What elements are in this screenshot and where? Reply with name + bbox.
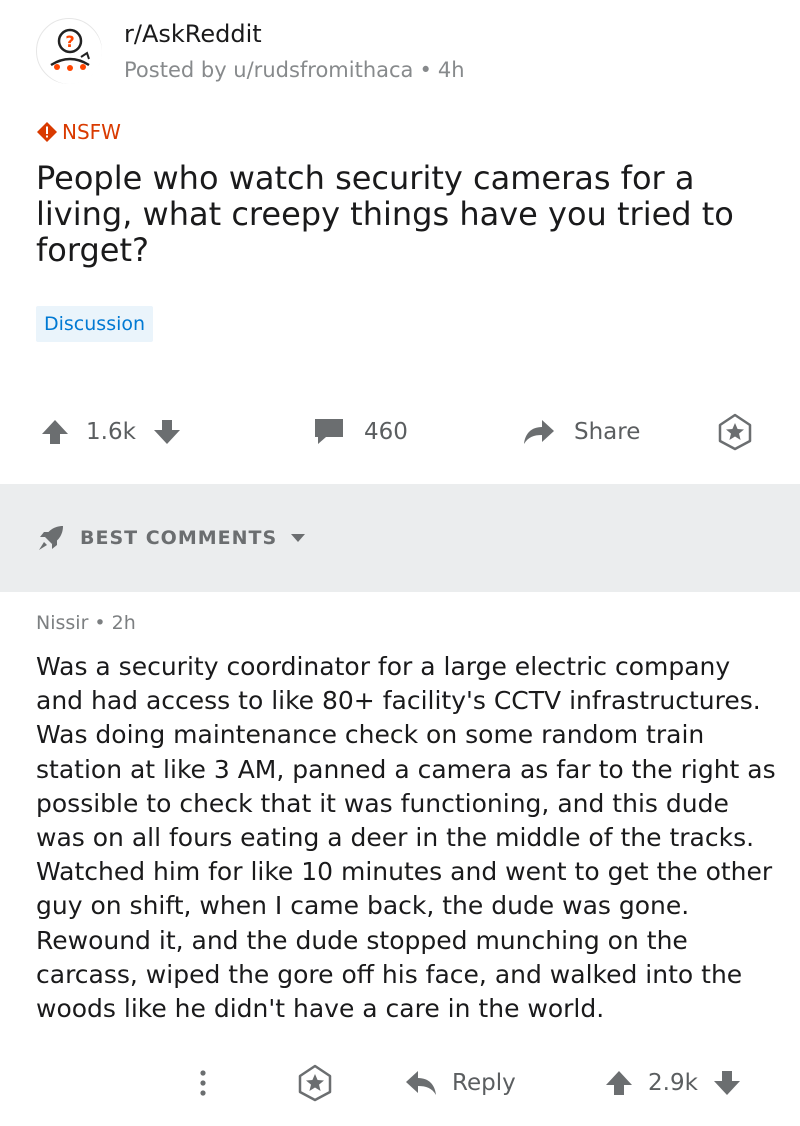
award-icon: [718, 413, 752, 451]
award-icon: [298, 1064, 332, 1102]
post-action-bar: 1.6k 460 Share: [0, 404, 800, 460]
caret-down-icon: [291, 534, 306, 542]
post-vote-count: 1.6k: [86, 419, 136, 445]
comment-bubble-icon: [315, 419, 343, 444]
comment-action-bar: Reply 2.9k: [0, 1048, 800, 1118]
comment-vote-count: 2.9k: [648, 1070, 698, 1096]
downvote-arrow-icon[interactable]: [712, 1068, 742, 1098]
subreddit-name[interactable]: r/AskReddit: [124, 20, 262, 48]
comment-meta-separator: •: [94, 612, 106, 634]
post-age: 4h: [437, 58, 465, 82]
reply-arrow-icon: [406, 1071, 436, 1095]
sort-label: BEST COMMENTS: [80, 527, 278, 549]
downvote-arrow-icon[interactable]: [152, 417, 182, 447]
post-flair[interactable]: Discussion: [36, 306, 154, 342]
share-button[interactable]: Share: [522, 404, 640, 460]
comment-author[interactable]: Nissir: [36, 612, 88, 634]
comment: Nissir • 2h Was a security coordinator for…: [36, 612, 776, 1026]
comment-body: Was a security coordinator for a large e…: [36, 652, 776, 1024]
posted-by[interactable]: Posted by u/rudsfromithaca: [124, 58, 413, 82]
comment-award-button[interactable]: [296, 1048, 334, 1118]
reply-label: Reply: [452, 1070, 516, 1096]
post-vote-group: 1.6k: [40, 404, 182, 460]
post-meta: Posted by u/rudsfromithaca • 4h: [124, 58, 465, 82]
share-label: Share: [574, 419, 641, 445]
upvote-arrow-icon[interactable]: [604, 1068, 634, 1098]
nsfw-warning-icon: [37, 122, 57, 142]
askreddit-avatar-icon[interactable]: ?: [36, 18, 102, 84]
comment-meta: Nissir • 2h: [36, 612, 776, 640]
comment-age: 2h: [111, 612, 136, 634]
nsfw-tag: NSFW: [36, 118, 121, 146]
svg-text:?: ?: [65, 32, 74, 51]
more-dots-icon: [200, 1070, 206, 1096]
comments-button[interactable]: 460: [312, 404, 408, 460]
comment-count: 460: [364, 419, 408, 445]
post-award-button[interactable]: [716, 404, 754, 460]
comment-vote-group: 2.9k: [604, 1048, 742, 1118]
reply-button[interactable]: Reply: [404, 1048, 516, 1118]
post-header: ? r/AskReddit Posted by u/rudsfromithaca…: [36, 18, 736, 90]
rocket-icon: [39, 526, 63, 550]
comment-sort-bar[interactable]: BEST COMMENTS: [0, 484, 800, 592]
nsfw-label: NSFW: [62, 120, 121, 144]
post-title[interactable]: People who watch security cameras for a …: [36, 160, 736, 268]
comment-more-button[interactable]: [196, 1048, 210, 1118]
upvote-arrow-icon[interactable]: [40, 417, 70, 447]
share-arrow-icon: [524, 420, 554, 444]
meta-separator: •: [419, 58, 432, 82]
